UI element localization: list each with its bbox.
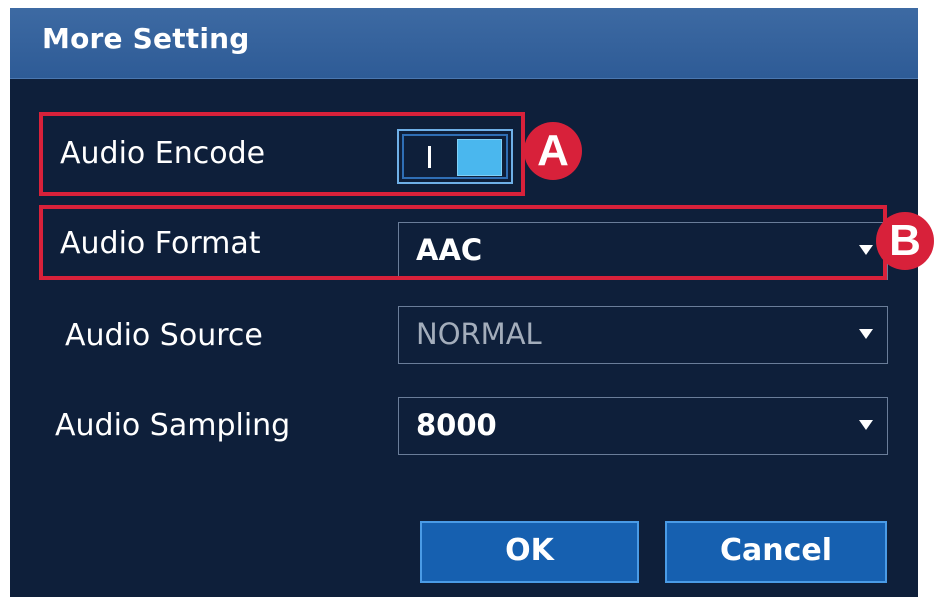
ok-button[interactable]: OK bbox=[420, 521, 639, 583]
dialog-titlebar: More Setting bbox=[10, 8, 918, 79]
dialog-title: More Setting bbox=[42, 22, 250, 55]
chevron-down-icon bbox=[859, 420, 873, 430]
annotation-badge-b: B bbox=[876, 212, 934, 270]
annotation-box-b bbox=[39, 205, 887, 280]
more-setting-dialog: More Setting Audio Encode Audio Format A… bbox=[10, 8, 918, 597]
audio-source-value: NORMAL bbox=[416, 317, 542, 351]
audio-sampling-label: Audio Sampling bbox=[55, 408, 291, 443]
audio-source-select[interactable]: NORMAL bbox=[398, 306, 888, 364]
chevron-down-icon bbox=[859, 329, 873, 339]
annotation-box-a bbox=[39, 112, 525, 196]
audio-sampling-value: 8000 bbox=[416, 408, 497, 442]
audio-sampling-select[interactable]: 8000 bbox=[398, 397, 888, 455]
cancel-button[interactable]: Cancel bbox=[665, 521, 887, 583]
audio-source-label: Audio Source bbox=[65, 318, 263, 353]
annotation-badge-a: A bbox=[524, 122, 582, 180]
